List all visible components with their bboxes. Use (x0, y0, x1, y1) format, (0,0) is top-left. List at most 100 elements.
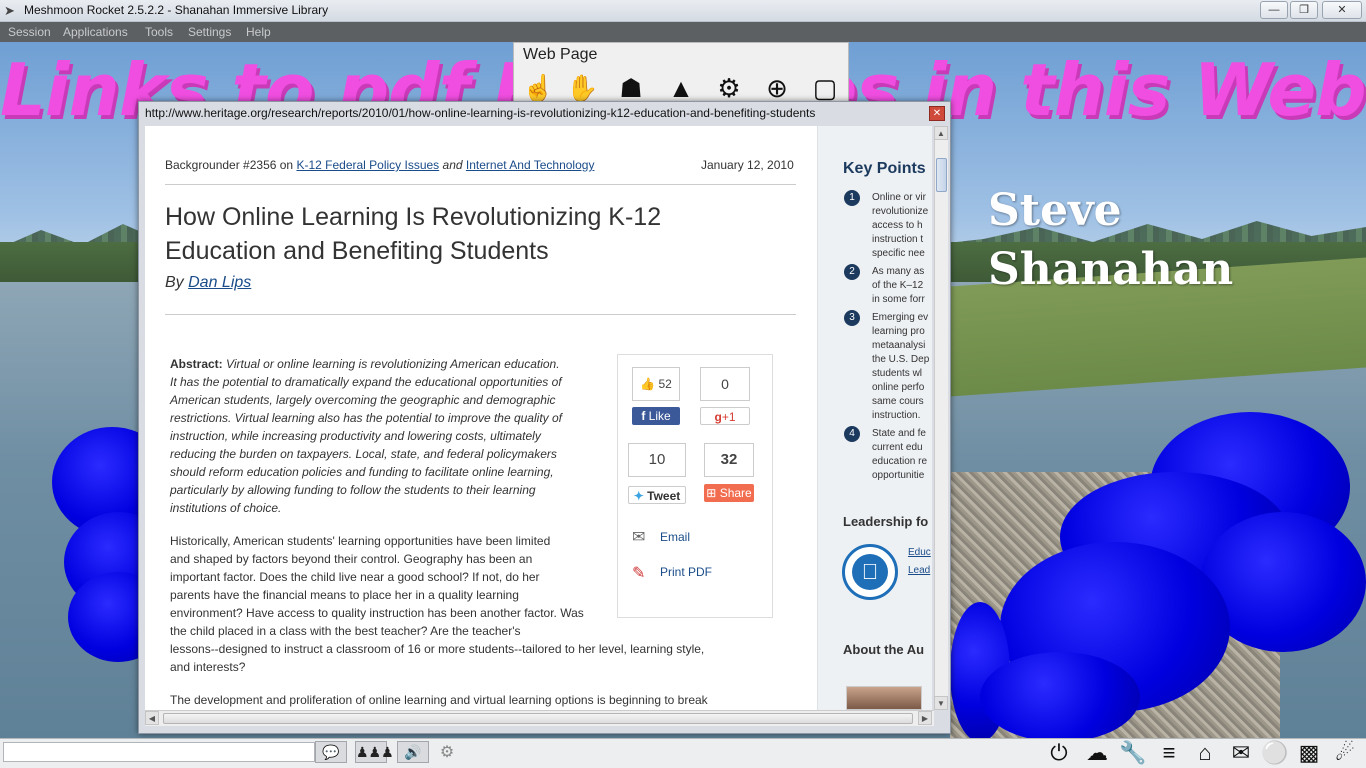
divider (165, 314, 796, 315)
topic-link-internet[interactable]: Internet And Technology (466, 158, 595, 172)
window-title: Meshmoon Rocket 2.5.2.2 - Shanahan Immer… (24, 3, 329, 17)
scroll-left-arrow[interactable]: ◀ (145, 711, 159, 725)
home-icon[interactable]: ☗ (616, 73, 646, 103)
bottom-toolbar: 💬 ♟♟♟ 🔊 ⚙ ⏻ ☁ 🔧 ≡ ⌂ ✉ ⚪ ▩ ☄ (0, 738, 1366, 768)
layers-icon[interactable]: ≡ (1154, 741, 1184, 765)
close-button[interactable]: ✕ (1322, 1, 1362, 19)
gplus-label: +1 (721, 410, 736, 424)
vertical-scroll-thumb[interactable] (936, 158, 947, 192)
paragraph-line: important factor. Does the child live ne… (170, 570, 540, 584)
people-icon[interactable]: ♟♟♟ (355, 741, 394, 763)
paragraph-line: environment? Have access to quality inst… (170, 606, 584, 620)
window-titlebar: ➤ Meshmoon Rocket 2.5.2.2 - Shanahan Imm… (0, 0, 1366, 22)
leadership-link[interactable]: Lead (908, 565, 930, 576)
like-count-box: 👍 52 (632, 367, 680, 401)
abstract-line: institutions of choice. (170, 501, 282, 515)
google-plus-button[interactable]: g+1 (700, 407, 750, 425)
grab-hand-icon[interactable]: ✋ (566, 73, 598, 103)
horizontal-scrollbar[interactable]: ◀ ▶ (145, 710, 934, 726)
cloud-upload-icon[interactable]: ☁ (1082, 741, 1112, 765)
paragraph-line: parents have the financial means to plac… (170, 588, 519, 602)
add-circle-icon[interactable]: ⊕ (762, 73, 792, 103)
leadership-link[interactable]: Educ (908, 547, 931, 558)
browser-close-button[interactable]: ✕ (929, 106, 945, 121)
paragraph-line: the child placed in a class with the bes… (170, 624, 521, 638)
abstract-paragraph: Abstract: Virtual or online learning is … (170, 355, 610, 517)
address-url[interactable]: http://www.heritage.org/research/reports… (145, 106, 815, 120)
power-icon[interactable]: ⏻ (1044, 741, 1074, 765)
key-points-sidebar: Key Points 1 Online or vir revolutionize… (817, 126, 932, 710)
settings-gear-icon[interactable]: ⚙ (432, 741, 462, 765)
about-author-heading: About the Au (843, 642, 925, 657)
voice-icon[interactable]: 🔊 (397, 741, 429, 763)
share-box: 👍 52 f Like 0 g+1 10 ✦ Tweet 32 ⊞ Share … (617, 354, 773, 618)
author-link[interactable]: Dan Lips (188, 274, 251, 291)
building-icon[interactable]: ⌂ (1190, 741, 1220, 765)
browser-window: http://www.heritage.org/research/reports… (138, 101, 951, 734)
tweet-label: Tweet (647, 489, 681, 503)
gear-icon[interactable]: ⚙ (714, 73, 744, 103)
vertical-scrollbar[interactable]: ▲ ▼ (934, 126, 948, 710)
abstract-line: reducing the burden on taxpayers. Local,… (170, 447, 557, 461)
pointer-hand-icon[interactable]: ☝ (522, 73, 554, 103)
key-point-text: Emerging ev learning pro metaanalysi the… (872, 312, 930, 421)
topic-link-k12[interactable]: K-12 Federal Policy Issues (296, 158, 439, 172)
leadership-heading: Leadership fo (843, 514, 929, 529)
tweet-button[interactable]: ✦ Tweet (628, 486, 686, 504)
article-headline: How Online Learning Is Revolutionizing K… (165, 203, 662, 265)
article-date: January 12, 2010 (701, 158, 794, 172)
video-camera-icon[interactable]: ▩ (1294, 741, 1324, 765)
by-label: By (165, 274, 184, 291)
email-link[interactable]: Email (660, 530, 690, 544)
scroll-down-arrow[interactable]: ▼ (934, 696, 948, 710)
like-count: 52 (658, 377, 672, 391)
menu-tools[interactable]: Tools (145, 25, 173, 39)
gplus-count: 0 (700, 367, 750, 401)
scroll-up-arrow[interactable]: ▲ (934, 126, 948, 140)
paragraph-line: Historically, American students' learnin… (170, 534, 551, 548)
wrench-icon[interactable]: 🔧 (1118, 741, 1148, 765)
menu-applications[interactable]: Applications (63, 25, 128, 39)
print-pdf-link[interactable]: Print PDF (660, 565, 712, 579)
menu-session[interactable]: Session (8, 25, 51, 39)
share-label: Share (719, 486, 752, 500)
trash-icon[interactable]: ▢ (810, 73, 840, 103)
abstract-line: It has the potential to dramatically exp… (170, 375, 562, 389)
webpage-widget-title: Web Page (523, 46, 598, 63)
key-points-title: Key Points (843, 160, 926, 177)
scroll-right-arrow[interactable]: ▶ (918, 711, 932, 725)
abstract-label: Abstract: (170, 357, 223, 371)
rocket-icon: ➤ (4, 3, 15, 18)
up-arrow-icon[interactable]: ▲ (666, 73, 696, 103)
menu-bar: Session Applications Tools Settings Help (0, 22, 1366, 42)
author-photo (846, 686, 922, 710)
key-point-number: 4 (844, 426, 860, 442)
paragraph-line: and interests? (170, 660, 246, 674)
paragraph-line: lessons--designed to instruct a classroo… (170, 642, 705, 656)
facebook-like-button[interactable]: f Like (632, 407, 680, 425)
webpage-widget-header: Web Page ☝ ✋ ☗ ▲ ⚙ ⊕ ▢ (513, 42, 849, 103)
maximize-button[interactable]: ❐ (1290, 1, 1318, 19)
chat-input[interactable] (3, 742, 315, 762)
key-point-text: Online or vir revolutionize access to h … (872, 192, 929, 259)
gamepad-icon[interactable]: ☄ (1330, 741, 1360, 765)
blue-sphere[interactable] (980, 652, 1140, 738)
mail-icon[interactable]: ✉ (1226, 741, 1256, 765)
share-count: 32 (704, 443, 754, 477)
avatar-name-line2: Shanahan (988, 244, 1234, 295)
abstract-line: Virtual or online learning is revolution… (226, 357, 560, 371)
abstract-line: restrictions. Virtual learning also has … (170, 411, 562, 425)
web-content: Backgrounder #2356 on K-12 Federal Polic… (145, 126, 932, 710)
vr-headset-icon[interactable]: ⚪ (1260, 741, 1290, 765)
horizontal-scroll-thumb[interactable] (163, 713, 913, 724)
education-apple-icon:  (842, 544, 898, 600)
avatar-name-line1: Steve (988, 185, 1122, 236)
menu-settings[interactable]: Settings (188, 25, 231, 39)
addthis-share-button[interactable]: ⊞ Share (704, 484, 754, 502)
chat-bubbles-icon[interactable]: 💬 (315, 741, 347, 763)
menu-help[interactable]: Help (246, 25, 271, 39)
abstract-line: should reform education policies and fun… (170, 465, 554, 479)
minimize-button[interactable]: — (1260, 1, 1288, 19)
key-point-number: 1 (844, 190, 860, 206)
and-text: and (442, 158, 463, 172)
